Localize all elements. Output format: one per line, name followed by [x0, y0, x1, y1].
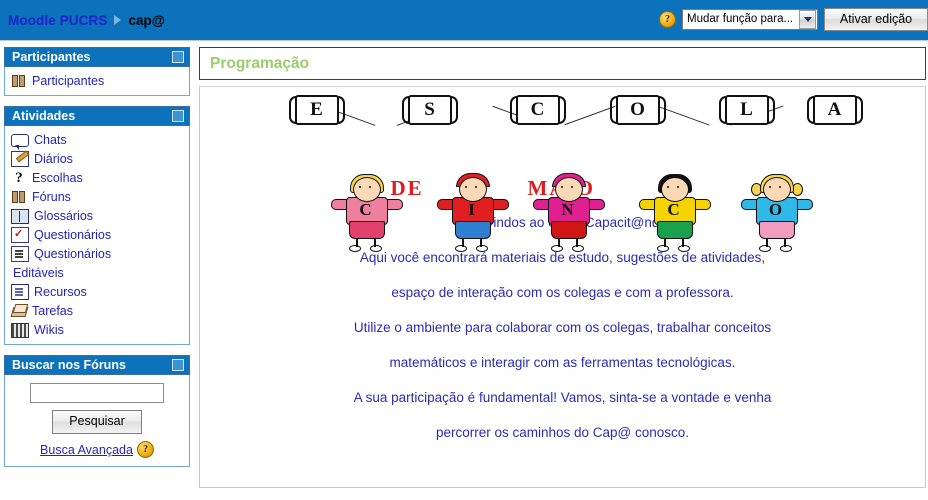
question-mark-icon: ?: [15, 169, 23, 186]
welcome-line: matemáticos e interagir com as ferrament…: [389, 355, 736, 370]
sidebar-item-label: Fóruns: [32, 189, 71, 204]
topbar-controls: ? Mudar função para... Ativar edição: [659, 6, 928, 32]
top-navigation-bar: Moodle PUCRS cap@ ? Mudar função para...…: [0, 0, 928, 41]
search-input[interactable]: [30, 383, 164, 403]
help-icon[interactable]: ?: [136, 441, 154, 458]
banner-shirt-letter: I: [468, 200, 475, 219]
sidebar-item-glossarios[interactable]: Glossários: [9, 206, 185, 225]
block-collapse-icon[interactable]: [172, 51, 184, 63]
sidebar-item-label: Glossários: [34, 208, 94, 223]
advanced-search-link[interactable]: Busca Avançada: [40, 443, 133, 457]
banner-letter-card-E: E: [288, 95, 345, 125]
role-switch-value: Mudar função para...: [687, 13, 794, 25]
banner-shirt-letter: C: [667, 200, 680, 219]
sidebar-item-label: Participantes: [32, 73, 105, 88]
assignment-icon: [10, 303, 29, 319]
block-header: Participantes: [4, 47, 190, 67]
diary-icon: [11, 151, 29, 167]
banner-letter-card-O: O: [609, 95, 666, 125]
breadcrumb-link-moodle-pucrs[interactable]: Moodle PUCRS: [8, 13, 107, 28]
page-root: Moodle PUCRS cap@ ? Mudar função para...…: [0, 0, 928, 500]
advanced-search-row: Busca Avançada ?: [9, 441, 185, 458]
course-summary-box: E S C O L A C I N C O DE ao Capacit@ndo.…: [199, 86, 926, 488]
welcome-line: Utilize o ambiente para colaborar com os…: [353, 320, 772, 335]
banner-string: [563, 105, 616, 126]
users-icon: [11, 73, 27, 89]
banner-letter-card-L: L: [718, 95, 775, 125]
sidebar-item-questionarios-editaveis-line2[interactable]: Editáveis: [9, 263, 185, 282]
sidebar-item-label: Wikis: [34, 322, 64, 337]
sidebar-item-label: Recursos: [34, 284, 87, 299]
sidebar-item-label: Questionários: [34, 246, 112, 261]
sidebar-item-questionarios[interactable]: Questionários: [9, 225, 185, 244]
banner-shirt-letter: N: [561, 200, 574, 219]
sidebar-item-label-continuation: Editáveis: [13, 265, 64, 280]
block-collapse-icon[interactable]: [172, 110, 184, 122]
quiz-list-icon: [11, 246, 29, 262]
breadcrumb-separator-icon: [114, 15, 122, 25]
quiz-check-icon: [11, 227, 29, 243]
role-switch-select[interactable]: Mudar função para...: [682, 8, 818, 30]
users-icon: [11, 189, 27, 205]
chat-icon: [11, 134, 29, 150]
block-body: Chats Diários ? Escolhas Fóruns Glossári…: [4, 126, 190, 345]
banner-letter-card-A: A: [806, 95, 863, 125]
section-header: Programação: [199, 47, 926, 80]
welcome-line: percorrer os caminhos do Cap@ conosco.: [435, 425, 690, 440]
banner-letter-card-C: C: [509, 95, 566, 125]
search-submit-button[interactable]: Pesquisar: [52, 410, 142, 434]
block-title: Participantes: [12, 50, 91, 64]
welcome-line: A sua participação é fundamental! Vamos,…: [353, 390, 772, 405]
page-title: Programação: [210, 54, 310, 72]
sidebar: Participantes Participantes Atividades C…: [4, 47, 190, 477]
main-content: Programação E S C O L A C I N C O DE ao …: [199, 47, 926, 488]
sidebar-item-label: Chats: [34, 132, 67, 147]
block-atividades: Atividades Chats Diários ? Escolhas Fóru…: [4, 106, 190, 345]
block-collapse-icon[interactable]: [172, 359, 184, 371]
block-buscar-nos-foruns: Buscar nos Fóruns Pesquisar Busca Avança…: [4, 355, 190, 467]
sidebar-item-tarefas[interactable]: Tarefas: [9, 301, 185, 320]
banner-shirt-letter: C: [359, 200, 372, 219]
wiki-icon: [11, 323, 29, 338]
chevron-down-icon[interactable]: [799, 9, 816, 29]
sidebar-item-label: Diários: [34, 151, 73, 166]
breadcrumb-current-course: cap@: [128, 12, 165, 28]
sidebar-item-questionarios-editaveis[interactable]: Questionários: [9, 244, 185, 263]
sidebar-item-label: Questionários: [34, 227, 112, 242]
block-participantes: Participantes Participantes: [4, 47, 190, 96]
sidebar-item-foruns[interactable]: Fóruns: [9, 187, 185, 206]
turn-editing-on-button[interactable]: Ativar edição: [824, 7, 928, 31]
sidebar-item-participantes[interactable]: Participantes: [9, 71, 185, 90]
banner-letter-card-S: S: [401, 95, 458, 125]
sidebar-item-label: Escolhas: [32, 170, 83, 185]
escola-de-maio-banner-image: E S C O L A C I N C O DE: [273, 93, 863, 252]
banner-shirt-letter: O: [768, 200, 783, 219]
block-title: Buscar nos Fóruns: [12, 358, 126, 372]
block-header: Buscar nos Fóruns: [4, 355, 190, 375]
welcome-text: Bem-vindos ao curso Capacit@ndo. Aqui vo…: [210, 215, 915, 441]
welcome-line: espaço de interação com os colegas e com…: [391, 285, 734, 300]
banner-subtitle-de: DE: [390, 176, 424, 200]
book-icon: [11, 209, 29, 224]
block-title: Atividades: [12, 109, 76, 123]
sidebar-item-recursos[interactable]: Recursos: [9, 282, 185, 301]
sidebar-item-escolhas[interactable]: ? Escolhas: [9, 168, 185, 187]
help-icon[interactable]: ?: [659, 10, 676, 28]
welcome-line: Aqui você encontrará materiais de estudo…: [359, 250, 766, 265]
block-body: Pesquisar Busca Avançada ?: [4, 375, 190, 467]
sidebar-item-label: Tarefas: [32, 303, 73, 318]
sidebar-item-chats[interactable]: Chats: [9, 130, 185, 150]
sidebar-item-diarios[interactable]: Diários: [9, 149, 185, 168]
sidebar-item-wikis[interactable]: Wikis: [9, 320, 185, 339]
block-body: Participantes: [4, 67, 190, 96]
block-header: Atividades: [4, 106, 190, 126]
document-icon: [11, 284, 29, 300]
